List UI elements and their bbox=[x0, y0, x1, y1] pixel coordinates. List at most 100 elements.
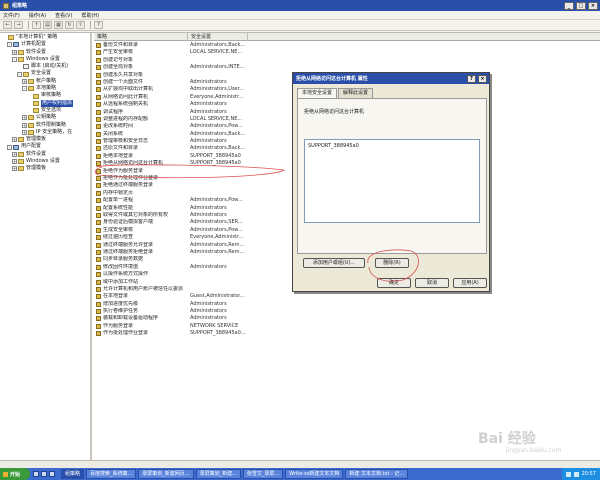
list-row[interactable]: 产生安全审核 LOCAL SERVICE,NE... bbox=[94, 49, 254, 56]
tree-node[interactable]: - 用户配置 bbox=[0, 143, 90, 150]
tree-node[interactable]: + 软件限制策略 bbox=[0, 122, 90, 129]
list-row[interactable]: 更改系统时间 Administrators,Pow... bbox=[94, 123, 254, 130]
explorer-icon[interactable] bbox=[49, 471, 55, 477]
expand-icon[interactable]: + bbox=[12, 49, 17, 55]
menu-action[interactable]: 操作(A) bbox=[29, 12, 46, 19]
list-row[interactable]: 还原文件和目录 Administrators,Back... bbox=[94, 145, 254, 152]
network-icon[interactable] bbox=[565, 471, 571, 477]
list-row[interactable]: 同步目录服务数据 bbox=[94, 256, 254, 263]
properties-dialog[interactable]: 拒绝从网络访问这台计算机 属性 ? × 本地安全设置 解释此设置 拒绝从网络访问… bbox=[292, 72, 490, 292]
list-row[interactable]: 配置系统性能 Administrators bbox=[94, 205, 254, 212]
tree-node[interactable]: + 软件设置 bbox=[0, 151, 90, 158]
expand-icon[interactable]: + bbox=[22, 130, 27, 135]
tree-node[interactable]: + 公钥策略 bbox=[0, 114, 90, 121]
taskbar-button[interactable]: 新建 文本文档.txt - 记... bbox=[345, 469, 409, 479]
expand-icon[interactable]: + bbox=[12, 166, 17, 172]
user-list-box[interactable]: SUPPORT_388945a0 bbox=[304, 139, 480, 223]
list-row[interactable]: 调试程序 Administrators bbox=[94, 109, 254, 116]
list-row[interactable]: 拒绝作为服务登录 bbox=[94, 168, 254, 175]
tree-node[interactable]: + 帐户策略 bbox=[0, 78, 90, 85]
taskbar-button[interactable]: 录屏策划_新建... bbox=[195, 469, 241, 479]
tree-node[interactable]: + 软件设置 bbox=[0, 49, 90, 56]
list-row[interactable]: 通过终端服务拒绝登录 Administrators,Rem... bbox=[94, 249, 254, 256]
tree-node[interactable]: + 管理模板 bbox=[0, 165, 90, 172]
list-row[interactable]: 内存中锁定页 bbox=[94, 190, 254, 197]
browser-icon[interactable] bbox=[41, 471, 47, 477]
expand-icon[interactable]: + bbox=[22, 115, 27, 121]
cancel-button[interactable]: 取消 bbox=[415, 278, 449, 288]
start-button[interactable]: 开始 bbox=[0, 468, 30, 480]
taskbar-button[interactable]: 张雪文_录屏... bbox=[242, 469, 284, 479]
up-icon[interactable]: ↑ bbox=[32, 21, 41, 29]
list-row[interactable]: 创建记号对象 bbox=[94, 57, 254, 64]
maximize-button[interactable]: □ bbox=[576, 1, 586, 10]
menu-help[interactable]: 帮助(H) bbox=[81, 12, 99, 19]
menu-file[interactable]: 文件(F) bbox=[3, 12, 20, 19]
list-row[interactable]: 域中添加工作站 bbox=[94, 279, 254, 286]
list-row[interactable]: 从网络访问此计算机 Everyone,Administr... bbox=[94, 94, 254, 101]
expand-icon[interactable]: + bbox=[22, 122, 27, 128]
window-titlebar[interactable]: 组策略 _ □ × bbox=[0, 0, 600, 11]
user-list-item[interactable]: SUPPORT_388945a0 bbox=[308, 143, 476, 149]
show-desktop-icon[interactable] bbox=[33, 471, 39, 477]
forward-icon[interactable]: → bbox=[14, 21, 23, 29]
menu-view[interactable]: 查看(V) bbox=[55, 12, 72, 19]
minimize-button[interactable]: _ bbox=[564, 1, 574, 10]
list-row[interactable]: 在本地登录 Guest,Administrator... bbox=[94, 293, 254, 300]
list-row[interactable]: 调整进程的内存配额 LOCAL SERVICE,NE... bbox=[94, 116, 254, 123]
dialog-titlebar[interactable]: 拒绝从网络访问这台计算机 属性 ? × bbox=[293, 73, 489, 84]
tab-explain[interactable]: 解释此设置 bbox=[338, 88, 374, 98]
console-tree[interactable]: "本地计算机" 策略 - 计算机配置 + 软件设置 - Windows 设置 脚本 (启动/关… bbox=[0, 33, 92, 461]
show-tree-icon[interactable]: ▤ bbox=[43, 21, 52, 29]
export-icon[interactable]: ⇪ bbox=[76, 21, 85, 29]
taskbar-button[interactable]: 录屏策划_新建网页... bbox=[138, 469, 194, 479]
column-header-setting[interactable]: 安全设置 bbox=[188, 33, 248, 41]
list-row[interactable]: 从扩展坞中取出计算机 Administrators,User... bbox=[94, 86, 254, 93]
clock[interactable]: 20:57 bbox=[582, 471, 596, 477]
list-row[interactable]: 关闭系统 Administrators,Back... bbox=[94, 131, 254, 138]
close-button[interactable]: × bbox=[588, 1, 598, 10]
tree-node[interactable]: + 管理模板 bbox=[0, 136, 90, 143]
properties-icon[interactable]: ▦ bbox=[54, 21, 63, 29]
collapse-icon[interactable]: - bbox=[17, 71, 22, 77]
list-row[interactable]: 以操作系统方式操作 bbox=[94, 271, 254, 278]
expand-icon[interactable]: + bbox=[12, 151, 17, 157]
list-row[interactable]: 执行卷维护任务 Administrators bbox=[94, 308, 254, 315]
list-row[interactable]: 修改固件环境值 Administrators bbox=[94, 264, 254, 271]
taskbar-button[interactable]: 组策略 bbox=[61, 469, 85, 479]
collapse-icon[interactable]: - bbox=[7, 42, 12, 48]
taskbar-button[interactable]: Write-ss新建文本文档 bbox=[285, 469, 344, 479]
tree-node[interactable]: 用户权利指派 bbox=[0, 99, 90, 107]
list-row[interactable]: 从远程系统强制关机 Administrators bbox=[94, 101, 254, 108]
list-row[interactable]: 管理审核和安全日志 Administrators bbox=[94, 138, 254, 145]
dialog-help-button[interactable]: ? bbox=[467, 74, 476, 83]
list-row[interactable]: 创建一个页面文件 Administrators bbox=[94, 79, 254, 86]
list-row[interactable]: 拒绝通过终端服务登录 bbox=[94, 182, 254, 189]
list-row[interactable]: 装载和卸载设备驱动程序 Administrators bbox=[94, 315, 254, 322]
list-row[interactable]: 创建全局对象 Administrators,INTE... bbox=[94, 64, 254, 71]
list-row[interactable]: 允许计算机和用户账户被信任以委派 bbox=[94, 286, 254, 293]
help-icon[interactable]: ? bbox=[94, 21, 103, 29]
list-row[interactable]: 绕过遍历检查 Everyone,Administr... bbox=[94, 234, 254, 241]
list-row[interactable]: 配置单一进程 Administrators,Pow... bbox=[94, 197, 254, 204]
taskbar-button[interactable]: 百度搜索_系统策... bbox=[86, 469, 137, 479]
list-row[interactable]: 备份文件和目录 Administrators,Back... bbox=[94, 42, 254, 49]
apply-button[interactable]: 应用(A) bbox=[453, 278, 487, 288]
collapse-icon[interactable]: - bbox=[12, 57, 17, 63]
list-row[interactable]: 生成安全审核 Administrators,Pow... bbox=[94, 227, 254, 234]
list-row[interactable]: 增加进度优先级 Administrators bbox=[94, 301, 254, 308]
list-row[interactable]: 身份验证后模拟客户端 Administrators,SER... bbox=[94, 219, 254, 226]
remove-button[interactable]: 删除(R) bbox=[375, 258, 409, 268]
add-user-or-group-button[interactable]: 添加用户或组(U)... bbox=[303, 258, 365, 268]
expand-icon[interactable]: + bbox=[12, 137, 17, 143]
expand-icon[interactable]: + bbox=[22, 78, 27, 84]
tree-node[interactable]: - 安全设置 bbox=[0, 70, 90, 77]
tree-node[interactable]: 审核策略 bbox=[0, 92, 90, 99]
list-row[interactable]: 创建永久共享对象 bbox=[94, 72, 254, 79]
list-row[interactable]: 取得文件或其它对象的所有权 Administrators bbox=[94, 212, 254, 219]
refresh-icon[interactable]: ↻ bbox=[65, 21, 74, 29]
ok-button[interactable]: 确定 bbox=[377, 278, 411, 288]
dialog-close-button[interactable]: × bbox=[478, 74, 487, 83]
list-row[interactable]: 作为服务登录 NETWORK SERVICE bbox=[94, 323, 254, 330]
list-row[interactable]: 拒绝本地登录 SUPPORT_388945a0 bbox=[94, 153, 254, 160]
